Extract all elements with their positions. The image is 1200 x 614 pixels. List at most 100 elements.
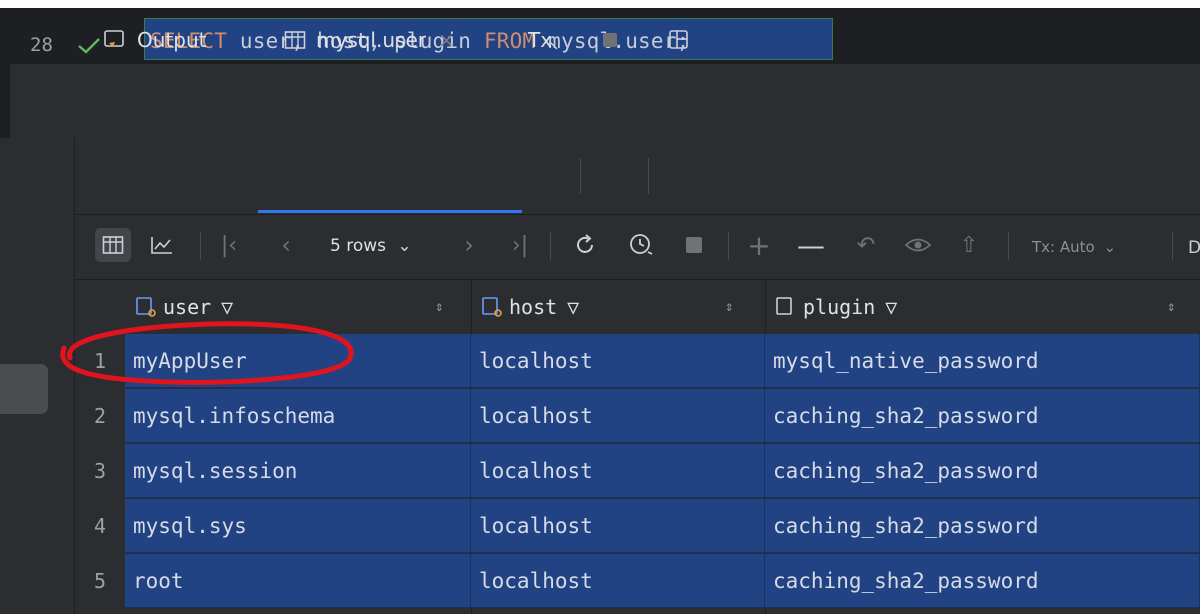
cell-host[interactable]: localhost [471, 334, 765, 388]
tab-output[interactable]: Output [103, 20, 206, 60]
active-tab-indicator [258, 210, 522, 213]
first-page-icon: |‹ [220, 232, 238, 258]
stop-query-button[interactable] [680, 228, 708, 262]
filter-icon[interactable]: ▽ [885, 295, 897, 319]
refresh-button[interactable] [568, 228, 602, 262]
tab-mysql-user-label: mysql.user [316, 28, 426, 52]
output-console-icon [104, 30, 124, 47]
next-page-button[interactable]: › [456, 228, 482, 262]
first-page-button[interactable]: |‹ [215, 228, 243, 262]
table-row[interactable]: 2 mysql.infoschema localhost caching_sha… [75, 389, 1200, 443]
add-row-button[interactable]: + [744, 228, 774, 262]
tx-mode-dropdown[interactable]: Tx: Auto ⌄ [1032, 238, 1116, 256]
cell-plugin[interactable]: caching_sha2_password [765, 444, 1200, 498]
column-header-user-label: user [163, 295, 212, 319]
transaction-icon [549, 41, 558, 50]
tab-separator [580, 158, 581, 194]
plus-icon: + [747, 228, 771, 262]
rows-count-label: 5 rows [330, 236, 386, 256]
chart-line-icon [151, 237, 172, 254]
close-icon[interactable]: × [438, 28, 455, 52]
editor-lower-area [0, 64, 1200, 138]
column-icon [776, 297, 792, 315]
clock-icon [630, 234, 653, 255]
tab-layout[interactable] [668, 20, 690, 60]
overflow-toolbar-item[interactable]: D [1188, 238, 1200, 258]
stop-square-icon [686, 237, 702, 253]
table-row[interactable]: 5 root localhost caching_sha2_password [75, 554, 1200, 608]
tab-output-label: Output [137, 28, 207, 52]
line-number: 28 [30, 34, 53, 56]
toolbar-separator [1008, 232, 1009, 260]
toolbar-separator [200, 232, 201, 260]
row-number: 4 [75, 499, 125, 553]
row-number: 5 [75, 554, 125, 608]
editor-gutter-bottom [0, 64, 10, 138]
cell-user[interactable]: mysql.infoschema [125, 389, 471, 443]
delete-row-button[interactable]: — [796, 228, 826, 262]
history-button[interactable] [624, 228, 658, 262]
undo-icon: ↶ [856, 232, 876, 258]
layout-split-icon [669, 30, 688, 49]
tab-stop[interactable] [600, 20, 620, 60]
filter-icon[interactable]: ▽ [567, 295, 579, 319]
row-number: 2 [75, 389, 125, 443]
chevron-down-icon: ⌄ [397, 236, 412, 256]
eye-icon [904, 238, 932, 252]
check-icon [78, 38, 100, 54]
cell-plugin[interactable]: caching_sha2_password [765, 499, 1200, 553]
top-strip [0, 0, 1200, 8]
minus-icon: — [797, 228, 825, 262]
table-grid-icon [284, 31, 306, 49]
toolbar-separator [1172, 232, 1173, 260]
submit-button[interactable]: ⇧ [956, 228, 982, 262]
cell-plugin[interactable]: mysql_native_password [765, 334, 1200, 388]
column-header-plugin[interactable]: plugin ▽ ⇕ [775, 280, 1200, 334]
toolbar-separator [728, 232, 729, 260]
filter-icon[interactable]: ▽ [221, 295, 233, 319]
chevron-right-icon: › [464, 231, 474, 259]
chevron-down-icon: ⌄ [1103, 238, 1117, 256]
sort-icon[interactable]: ⇕ [1167, 299, 1175, 315]
cell-user[interactable]: root [125, 554, 471, 608]
rows-count-dropdown[interactable]: 5 rows ⌄ [330, 236, 412, 256]
cell-host[interactable]: localhost [471, 554, 765, 608]
cell-user[interactable]: mysql.sys [125, 499, 471, 553]
last-page-icon: ›| [511, 232, 529, 258]
cell-user[interactable]: mysql.session [125, 444, 471, 498]
chevron-left-icon: ‹ [281, 231, 291, 259]
tab-separator [648, 158, 649, 194]
table-view-button[interactable] [95, 228, 131, 262]
annotation-ellipse [60, 321, 354, 385]
table-row[interactable]: 4 mysql.sys localhost caching_sha2_passw… [75, 499, 1200, 553]
column-header-host-label: host [509, 295, 558, 319]
key-column-icon [136, 297, 156, 317]
refresh-icon [577, 234, 593, 253]
column-header-plugin-label: plugin [803, 295, 876, 319]
cell-host[interactable]: localhost [471, 389, 765, 443]
preview-button[interactable] [902, 228, 934, 262]
tx-mode-label: Tx: Auto [1032, 238, 1095, 256]
cell-plugin[interactable]: caching_sha2_password [765, 389, 1200, 443]
left-panel-tab[interactable] [0, 364, 48, 414]
key-column-icon [482, 297, 502, 317]
cell-plugin[interactable]: caching_sha2_password [765, 554, 1200, 608]
revert-button[interactable]: ↶ [852, 228, 880, 262]
last-page-button[interactable]: ›| [505, 228, 535, 262]
tab-mysql-user[interactable]: mysql.user × [284, 20, 455, 60]
column-header-host[interactable]: host ▽ ⇕ [481, 280, 761, 334]
sort-icon[interactable]: ⇕ [435, 299, 443, 315]
stop-square-icon [603, 33, 617, 47]
tab-transaction[interactable]: Tx [528, 20, 559, 60]
table-row[interactable]: 3 mysql.session localhost caching_sha2_p… [75, 444, 1200, 498]
previous-page-button[interactable]: ‹ [272, 228, 300, 262]
cell-host[interactable]: localhost [471, 499, 765, 553]
results-tab-bar [75, 138, 1200, 215]
cell-host[interactable]: localhost [471, 444, 765, 498]
arrow-up-icon: ⇧ [959, 232, 979, 258]
row-number: 3 [75, 444, 125, 498]
chart-view-button[interactable] [145, 228, 179, 262]
sort-icon[interactable]: ⇕ [725, 299, 733, 315]
table-grid-icon [102, 236, 124, 254]
toolbar-separator [550, 232, 551, 260]
